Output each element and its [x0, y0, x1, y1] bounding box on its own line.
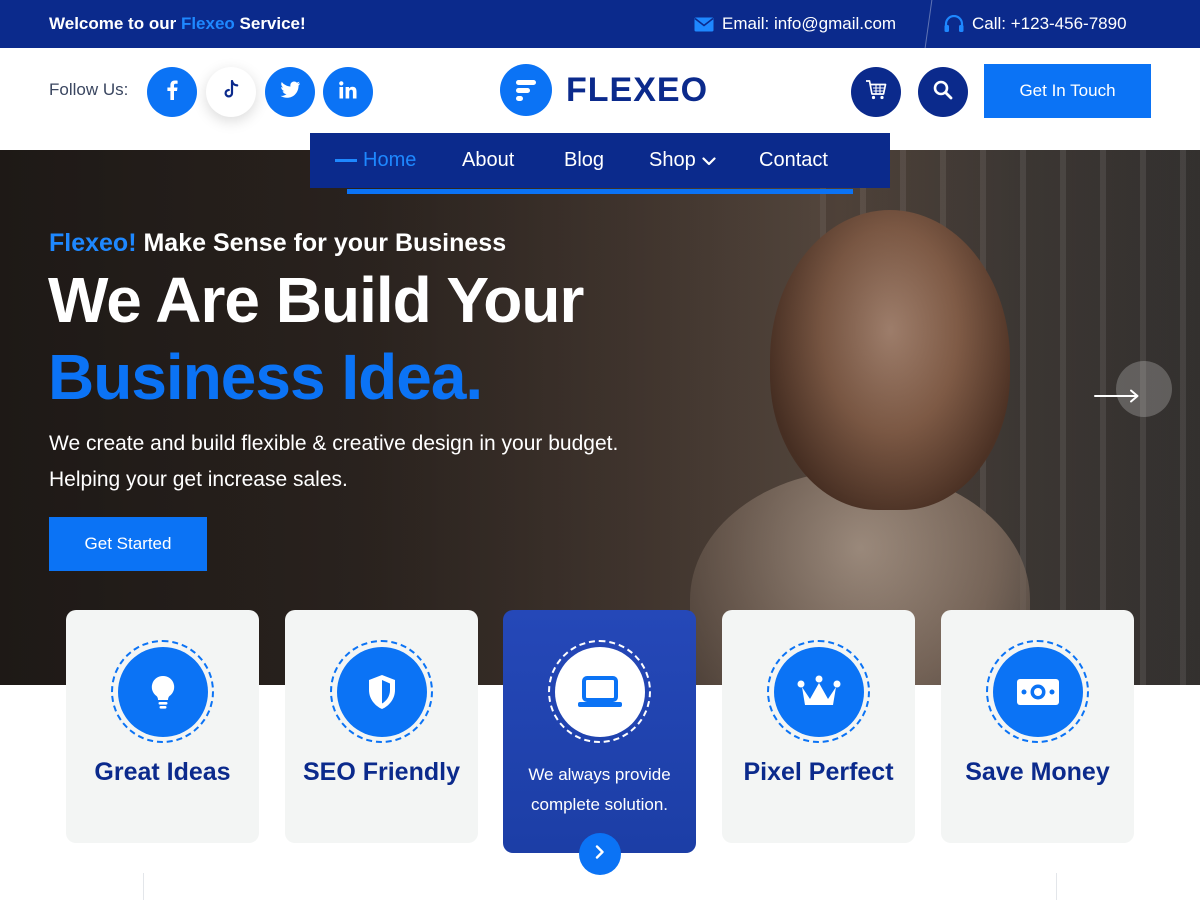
feature-card-complete-solution[interactable]: We always provide complete solution.	[503, 610, 696, 875]
topbar-divider	[924, 0, 933, 48]
nav-label-contact: Contact	[759, 149, 828, 171]
hero-heading-line1: We Are Build Your	[48, 264, 584, 336]
search-icon	[933, 80, 953, 105]
feature-icon-ring	[767, 640, 870, 743]
phone-text: Call: +123-456-7890	[972, 14, 1127, 33]
nav-label-blog: Blog	[564, 149, 605, 171]
feature-icon-ring	[111, 640, 214, 743]
linkedin-icon	[339, 80, 357, 104]
nav-label-shop: Shop	[649, 149, 696, 171]
email-text: Email: info@gmail.com	[722, 14, 897, 33]
cart-button[interactable]	[851, 67, 901, 117]
twitter-icon	[279, 80, 301, 104]
laptop-icon	[554, 646, 645, 737]
logo-text: FLEXEO	[566, 70, 709, 109]
nav-underline	[347, 189, 853, 194]
chevron-right-icon	[595, 844, 605, 864]
feature-description-line2: complete solution.	[530, 795, 669, 814]
chevron-down-icon	[702, 149, 716, 172]
feature-card-pixel-perfect[interactable]: Pixel Perfect	[722, 610, 915, 843]
next-slide-button[interactable]	[1094, 361, 1172, 417]
welcome-prefix: Welcome to our	[49, 14, 181, 33]
nav-item-blog[interactable]: Blog	[564, 149, 604, 172]
hero-description-line2: Helping your get increase sales.	[49, 468, 348, 491]
hero-description: We create and build flexible & creative …	[49, 426, 618, 498]
feature-card-seo-friendly[interactable]: SEO Friendly	[285, 610, 478, 843]
crown-icon	[773, 646, 864, 737]
hero-description-line1: We create and build flexible & creative …	[49, 432, 619, 455]
nav-item-about[interactable]: About	[462, 149, 514, 172]
lightbulb-icon	[117, 646, 208, 737]
welcome-message: Welcome to our Flexeo Service!	[49, 14, 306, 34]
hero-tagline: Flexeo! Make Sense for your Business	[49, 229, 506, 258]
envelope-icon	[694, 17, 714, 32]
email-contact[interactable]: Email: info@gmail.com	[694, 14, 896, 34]
feature-description: We always provide complete solution.	[503, 760, 696, 820]
get-in-touch-button[interactable]: Get In Touch	[984, 64, 1151, 118]
nav-item-contact[interactable]: Contact	[759, 149, 828, 172]
logo-mark-icon	[500, 64, 552, 116]
follow-label: Follow Us:	[49, 80, 129, 99]
feature-icon-ring	[330, 640, 433, 743]
headset-icon	[944, 15, 964, 33]
feature-label: Save Money	[965, 758, 1110, 786]
feature-icon-ring	[548, 640, 651, 743]
facebook-button[interactable]	[147, 67, 197, 117]
feature-label: Great Ideas	[94, 758, 231, 786]
welcome-suffix: Service!	[234, 14, 306, 33]
facebook-icon	[166, 80, 178, 105]
section-divider-left	[143, 873, 144, 900]
cart-icon	[865, 79, 887, 106]
active-dash	[335, 159, 357, 162]
money-icon	[992, 646, 1083, 737]
twitter-button[interactable]	[265, 67, 315, 117]
feature-icon-ring	[986, 640, 1089, 743]
hero-heading-line2: Business Idea.	[48, 341, 483, 413]
feature-label: SEO Friendly	[303, 758, 460, 786]
nav-item-home[interactable]: Home	[335, 149, 416, 172]
section-divider-right	[1056, 873, 1057, 900]
feature-card-save-money[interactable]: Save Money	[941, 610, 1134, 843]
search-button[interactable]	[918, 67, 968, 117]
nav-label-about: About	[462, 149, 515, 171]
site-logo[interactable]: FLEXEO	[500, 64, 708, 116]
tiktok-button[interactable]	[206, 67, 256, 117]
shield-icon	[336, 646, 427, 737]
tagline-text: Make Sense for your Business	[136, 229, 507, 257]
nav-item-shop[interactable]: Shop	[649, 149, 716, 172]
top-bar: Welcome to our Flexeo Service! Email: in…	[0, 0, 1200, 48]
tiktok-icon	[222, 79, 240, 105]
linkedin-button[interactable]	[323, 67, 373, 117]
tagline-brand: Flexeo!	[49, 229, 137, 257]
welcome-brand: Flexeo	[180, 14, 235, 33]
phone-contact[interactable]: Call: +123-456-7890	[944, 14, 1127, 34]
feature-more-button[interactable]	[579, 833, 621, 875]
feature-card-great-ideas[interactable]: Great Ideas	[66, 610, 259, 843]
arrow-right-icon	[1094, 389, 1140, 408]
feature-description-line1: We always provide	[528, 765, 671, 784]
feature-label: Pixel Perfect	[743, 758, 894, 786]
hero-section: Flexeo! Make Sense for your Business We …	[0, 150, 1200, 685]
get-started-button[interactable]: Get Started	[49, 517, 207, 571]
nav-label-home: Home	[363, 149, 417, 171]
main-nav: Home About Blog Shop Contact	[310, 133, 890, 194]
